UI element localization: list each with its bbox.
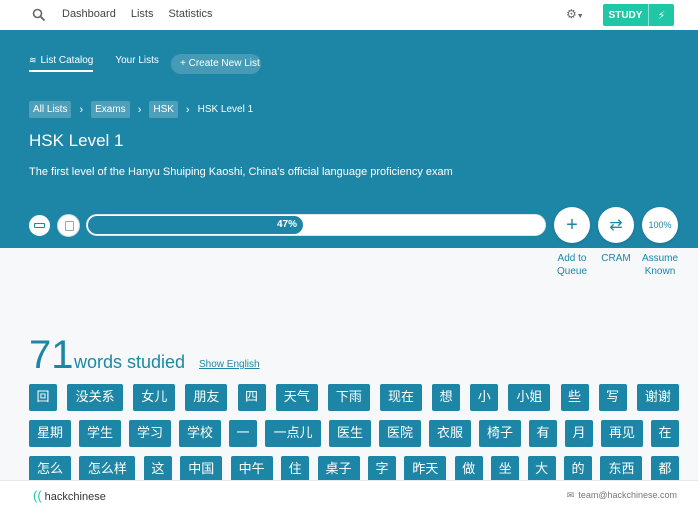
word-tile[interactable]: 没关系 [67,384,124,411]
breadcrumb: All Lists › Exams › HSK › HSK Level 1 [29,101,253,118]
bolt-icon[interactable]: ⚡ [649,9,674,22]
tab-label: List Catalog [40,55,94,66]
progress-fill: 47% [88,216,303,234]
caret-down-icon: ▼ [576,13,584,20]
page-title: HSK Level 1 [29,131,124,150]
stack-icon: ≋ [29,55,37,65]
word-tile[interactable]: 坐 [491,456,520,483]
top-nav: Dashboard Lists Statistics ⚙▼ STUDY ⚡ [0,0,698,30]
word-grid: 回没关系 女儿 朋友四天气 下雨 现在想小小姐些写谢谢 星期 学生 学习 学校一一点儿 医生 医院衣… [29,384,679,492]
word-tile[interactable]: 想 [432,384,461,411]
cram-button[interactable]: ⇄ [598,207,634,243]
add-to-queue-button[interactable]: + [554,207,590,243]
plus-icon: + [566,214,578,236]
word-tile[interactable]: 现在 [379,384,422,411]
progress-text: 47% [276,219,297,230]
word-tile[interactable]: 些 [560,384,589,411]
word-tile[interactable]: 这 [143,456,172,483]
word-tile[interactable]: 学习 [129,420,171,447]
word-tile[interactable]: 医生 [329,420,371,447]
word-tile[interactable]: 谢谢 [636,384,679,411]
word-tile[interactable]: 一点儿 [265,420,321,447]
word-tile[interactable]: 住 [281,456,310,483]
word-tile[interactable]: 做 [454,456,483,483]
word-tile[interactable]: 写 [598,384,627,411]
search-icon[interactable] [32,8,46,22]
cycle-icon: ⇄ [609,217,623,234]
word-row: 回没关系 女儿 朋友四天气 下雨 现在想小小姐些写谢谢 [29,384,679,411]
word-tile[interactable]: 桌子 [317,456,360,483]
word-tile[interactable]: 女儿 [133,384,176,411]
word-tile[interactable]: 都 [650,456,679,483]
word-tile[interactable]: 怎么 [29,456,71,483]
word-tile[interactable]: 四 [237,384,266,411]
breadcrumb-current: HSK Level 1 [197,104,254,115]
word-tile[interactable]: 字 [367,456,396,483]
tab-your-lists[interactable]: Your Lists [115,55,159,72]
word-tile[interactable]: 朋友 [185,384,228,411]
chevron-right-icon: › [79,103,84,116]
contact-email[interactable]: ✉ team@hackchinese.com [567,490,677,501]
word-tile[interactable]: 的 [564,456,593,483]
tab-list-catalog[interactable]: ≋ List Catalog [29,55,94,72]
progress-bar: 47% [86,214,546,236]
word-row: 怎么 怎么样这中国 中午住桌子字昨天做坐大的东西都 [29,456,679,483]
word-tile[interactable]: 再见 [601,420,643,447]
word-tile[interactable]: 东西 [600,456,643,483]
create-new-list-button[interactable]: + Create New List [171,54,261,74]
word-tile[interactable]: 有 [529,420,557,447]
list-description: The first level of the Hanyu Shuiping Ka… [29,166,453,178]
envelope-icon: ✉ [566,490,575,500]
breadcrumb-exams[interactable]: Exams [91,101,130,118]
word-tile[interactable]: 医院 [379,420,421,447]
brand-name: hackchinese [44,491,106,503]
gear-icon: ⚙ [566,7,577,21]
word-tile[interactable]: 大 [527,456,556,483]
logo-icon: (( [33,488,42,503]
nav-statistics[interactable]: Statistics [168,8,212,20]
word-tile[interactable]: 下雨 [327,384,370,411]
breadcrumb-hsk[interactable]: HSK [149,101,178,118]
word-tile[interactable]: 椅子 [479,420,521,447]
email-text: team@hackchinese.com [578,490,677,500]
words-count: 71 [29,333,74,377]
assume-known-percent: 100% [648,220,672,230]
word-tile[interactable]: 天气 [275,384,318,411]
word-tile[interactable]: 一 [229,420,257,447]
breadcrumb-all-lists[interactable]: All Lists [29,101,72,118]
list-tabs: ≋ List Catalog Your Lists [29,55,181,72]
word-row: 星期 学生 学习 学校一一点儿 医生 医院 衣服 椅子有月再见在 [29,420,679,447]
word-tile[interactable]: 回 [29,384,57,411]
word-tile[interactable]: 月 [565,420,593,447]
word-tile[interactable]: 小姐 [508,384,551,411]
word-tile[interactable]: 学生 [79,420,121,447]
word-tile[interactable]: 怎么样 [79,456,136,483]
assume-known-label: Assume Known [641,253,679,277]
word-tile[interactable]: 中国 [180,456,223,483]
footer: ((hackchinese ✉ team@hackchinese.com [0,480,698,508]
chevron-right-icon: › [137,103,142,116]
brand-logo[interactable]: ((hackchinese [33,488,106,503]
word-tile[interactable]: 在 [651,420,679,447]
assume-known-button[interactable]: 100% [642,207,678,243]
words-count-label: words studied [74,352,186,372]
word-tile[interactable]: 小 [470,384,499,411]
word-tile[interactable]: 昨天 [404,456,447,483]
nav-links: Dashboard Lists Statistics [62,8,227,20]
settings-menu[interactable]: ⚙▼ [566,7,588,23]
word-tile[interactable]: 星期 [29,420,71,447]
nav-dashboard[interactable]: Dashboard [62,8,116,20]
nav-lists[interactable]: Lists [131,8,154,20]
word-tile[interactable]: 学校 [179,420,221,447]
chevron-right-icon: › [185,103,190,116]
word-tile[interactable]: 中午 [230,456,273,483]
study-button[interactable]: STUDY ⚡ [603,4,674,26]
battery-icon[interactable] [28,214,51,237]
calendar-icon[interactable] [57,214,80,237]
word-tile[interactable]: 衣服 [429,420,471,447]
tab-label: Your Lists [115,55,159,66]
show-english-link[interactable]: Show English [199,359,260,370]
study-label: STUDY [608,9,643,21]
